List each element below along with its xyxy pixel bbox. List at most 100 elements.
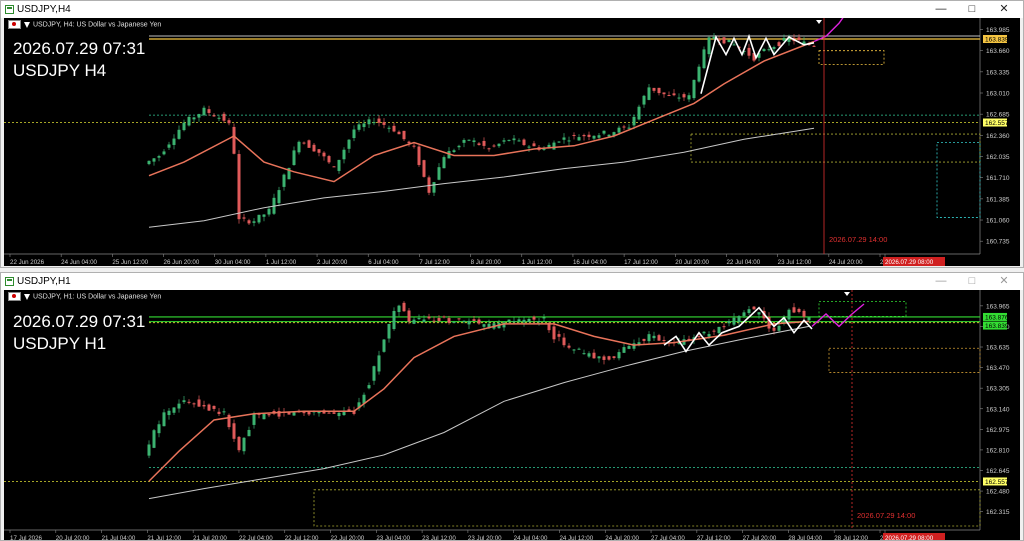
candle-body <box>507 139 511 141</box>
price-tag-label: 163.839 <box>985 37 1009 44</box>
flag-icon <box>8 292 21 301</box>
candle-body <box>492 145 496 147</box>
candle-body <box>337 412 341 417</box>
candle-body <box>777 42 781 47</box>
candle-body <box>772 327 776 331</box>
candle-body <box>152 430 156 448</box>
candle-body <box>657 335 661 341</box>
candle-body <box>512 138 516 141</box>
candle-body <box>762 49 766 52</box>
candle-body <box>552 142 556 150</box>
time-tick-label: 22 Jun 2026 <box>10 259 45 266</box>
candle-body <box>407 310 411 322</box>
time-tick-label: 24 Jul 20:00 <box>829 259 863 266</box>
dropdown-triangle-icon[interactable] <box>24 21 30 28</box>
candle-body <box>572 349 576 351</box>
candle-body <box>722 37 726 44</box>
candle-body <box>727 39 731 43</box>
candle-body <box>187 401 191 403</box>
candle-body <box>222 411 226 413</box>
candle-body <box>702 49 706 69</box>
price-tick-label: 163.010 <box>986 91 1010 98</box>
candle-body <box>482 324 486 327</box>
close-icon[interactable]: ✕ <box>991 1 1017 18</box>
candle-body <box>177 129 181 139</box>
candle-body <box>652 335 656 339</box>
minimize-icon[interactable]: — <box>928 273 954 290</box>
candle-body <box>592 352 596 359</box>
dropdown-triangle-icon[interactable] <box>24 293 30 300</box>
close-icon[interactable]: ✕ <box>991 273 1017 290</box>
candle-body <box>157 424 161 434</box>
price-tick-label: 162.360 <box>986 133 1010 140</box>
price-tag-label: 162.557 <box>985 120 1009 127</box>
price-chart[interactable]: 2026.07.29 14:00163.965163.800163.635163… <box>4 290 1020 540</box>
candle-body <box>397 131 401 135</box>
marker-triangle <box>844 292 850 296</box>
candle-body <box>747 309 751 314</box>
chart-window-h1[interactable]: USDJPY,H1 — □ ✕ 2026.07.29 14:00 163.965 1… <box>0 272 1024 541</box>
candle-body <box>477 143 481 145</box>
candle-body <box>757 312 761 315</box>
candle-body <box>537 321 541 323</box>
zone-rectangle <box>818 50 885 65</box>
maximize-icon[interactable]: □ <box>959 273 985 290</box>
candle-body <box>517 140 521 142</box>
time-tick-label: 30 Jun 04:00 <box>215 259 251 266</box>
candle-body <box>377 118 381 123</box>
candle-body <box>552 326 556 340</box>
candle-body <box>162 412 166 427</box>
time-tick-label: 24 Jul 04:00 <box>514 535 548 540</box>
time-tick-label: 23 Jul 04:00 <box>376 535 410 540</box>
fast-moving-average-line <box>148 320 810 482</box>
candle-body <box>807 317 811 321</box>
window-titlebar[interactable]: USDJPY,H1 — □ ✕ <box>1 273 1023 290</box>
candle-body <box>422 319 426 323</box>
candle-body <box>322 152 326 157</box>
candle-body <box>587 134 591 137</box>
candle-body <box>402 302 406 312</box>
candle-body <box>317 149 321 153</box>
candle-body <box>602 356 606 360</box>
candle-body <box>172 407 176 413</box>
candle-body <box>412 319 416 324</box>
price-tick-label: 163.985 <box>986 27 1010 34</box>
candle-body <box>617 352 621 359</box>
candle-body <box>342 149 346 160</box>
candle-body <box>707 37 711 55</box>
time-tick-label: 21 Jul 12:00 <box>147 535 181 540</box>
window-titlebar[interactable]: USDJPY,H4 — □ ✕ <box>1 1 1023 18</box>
candle-body <box>507 319 511 322</box>
candle-body <box>667 95 671 97</box>
time-tick-label: 22 Jul 04:00 <box>239 535 273 540</box>
candle-body <box>192 117 196 120</box>
maximize-icon[interactable]: □ <box>959 1 985 18</box>
candle-body <box>577 348 581 350</box>
window-title: USDJPY,H1 <box>17 276 71 287</box>
candle-body <box>512 321 516 323</box>
time-tick-label: 16 Jul 04:00 <box>573 259 607 266</box>
time-tick-label: 27 Jul 12:00 <box>697 535 731 540</box>
price-tick-label: 163.635 <box>986 345 1010 352</box>
candle-body <box>632 116 636 126</box>
candle-body <box>742 312 746 317</box>
time-tick-label: 17 Jul 2026 <box>10 535 43 540</box>
candle-body <box>582 135 586 137</box>
chart-window-icon <box>5 5 14 14</box>
candle-body <box>147 160 151 165</box>
price-chart[interactable]: 2026.07.29 14:00 163.985 163.660 163.335 163… <box>4 18 1020 266</box>
candle-body <box>612 356 616 358</box>
minimize-icon[interactable]: — <box>928 1 954 18</box>
marker-triangle <box>816 20 822 24</box>
flag-icon <box>8 20 21 29</box>
candle-body <box>767 49 771 51</box>
candle-body <box>262 413 266 420</box>
candle-body <box>527 318 531 323</box>
candle-body <box>277 190 281 204</box>
candle-body <box>442 316 446 318</box>
candle-body <box>327 156 331 163</box>
candle-body <box>627 346 631 349</box>
candle-body <box>797 308 801 312</box>
chart-window-h4[interactable]: USDJPY,H4 — □ ✕ 2026.07.29 14:00 163.985 1… <box>0 0 1024 268</box>
vertical-line-label: 2026.07.29 14:00 <box>857 511 915 520</box>
